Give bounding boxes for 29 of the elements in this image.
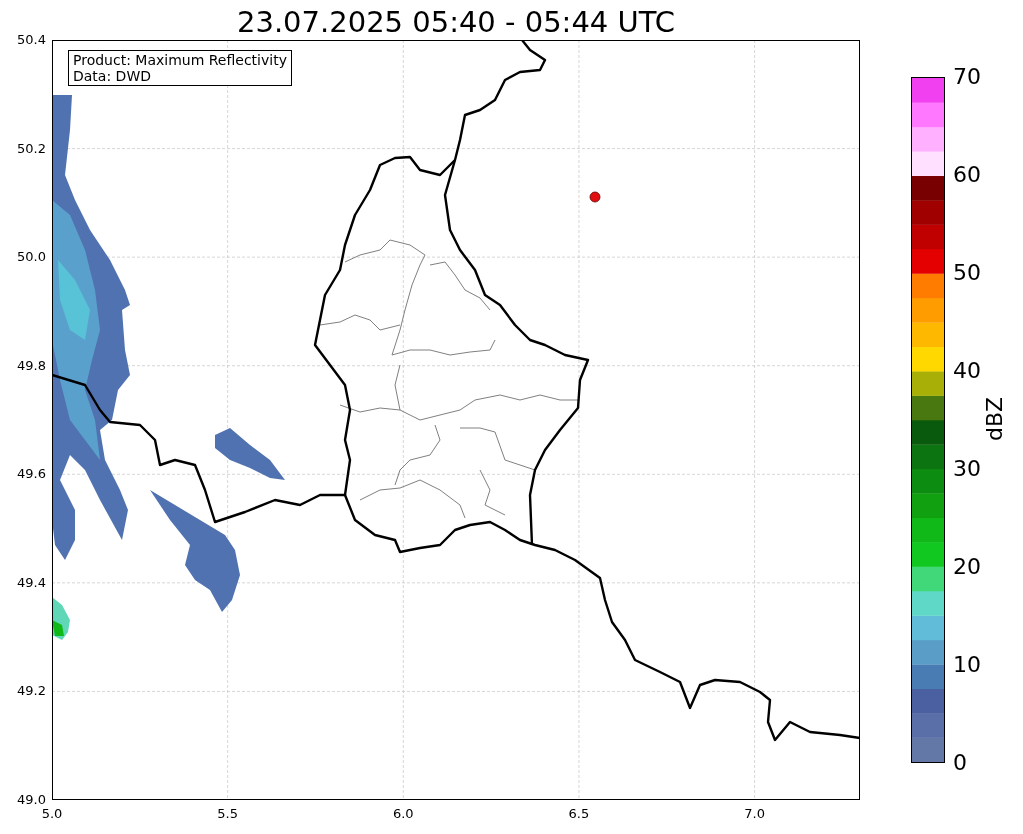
location-marker (589, 191, 601, 203)
y-tick-label: 50.2 (17, 140, 46, 157)
colorbar-tick-label: 20 (953, 555, 981, 579)
y-tick-label: 49.6 (17, 466, 46, 483)
x-tick-label: 5.0 (41, 806, 63, 822)
x-tick-label: 6.5 (568, 806, 590, 822)
colorbar-label: dBZ (983, 396, 1008, 442)
colorbar-tick-label: 10 (953, 653, 981, 677)
y-tick-label: 50.4 (17, 32, 46, 48)
colorbar-tick-label: 70 (953, 65, 981, 89)
y-tick-label: 49.2 (17, 683, 46, 700)
y-tick-label: 49.8 (17, 357, 46, 374)
radar-echo (52, 597, 70, 640)
chart-title: 23.07.2025 05:40 - 05:44 UTC (237, 4, 675, 40)
radar-echo (215, 428, 285, 480)
region-border-line (429, 261, 491, 311)
colorbar-tick-label: 30 (953, 457, 981, 481)
colorbar-tick-label: 0 (953, 751, 967, 775)
x-tick-label: 7.0 (744, 806, 765, 822)
colorbar-tick-label: 50 (953, 261, 981, 285)
y-tick-label: 49.4 (17, 574, 46, 591)
colorbar-tick-label: 40 (953, 359, 981, 383)
y-tick-label: 49.0 (17, 792, 46, 808)
x-tick-label: 5.5 (217, 806, 238, 822)
x-tick-label: 6.0 (392, 806, 414, 822)
info-text: Product: Maximum Reflectivity (73, 52, 287, 68)
y-tick-label: 50.0 (17, 249, 46, 266)
info-text: Data: DWD (73, 68, 152, 84)
colorbar-tick-label: 60 (953, 163, 981, 187)
